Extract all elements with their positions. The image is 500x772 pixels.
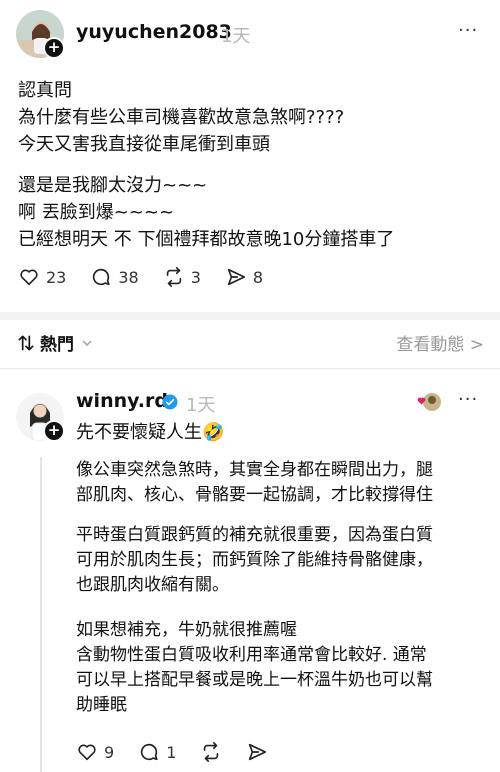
reply-post: + winny.rd 1天 ··· 先不要懷疑人生🤣 像公車突然急煞時，其實全身… — [0, 368, 500, 772]
reply-p1-line-1: 像公車突然急煞時，其實全身都在瞬間出力，腿 — [76, 460, 433, 480]
reply-repost-button[interactable] — [200, 741, 222, 763]
sort-icon — [18, 335, 34, 350]
like-button[interactable]: 23 — [18, 266, 66, 288]
view-activity-link[interactable]: 查看動態 > — [396, 330, 484, 355]
more-options-icon[interactable]: ··· — [458, 20, 478, 41]
comment-button[interactable]: 38 — [90, 266, 139, 288]
heart-icon — [78, 744, 96, 761]
reply-follow-plus-icon[interactable]: + — [43, 420, 65, 442]
chevron-down-icon — [82, 339, 92, 346]
reply-like-count: 9 — [104, 742, 115, 762]
repost-button[interactable]: 3 — [163, 266, 201, 288]
reply-p1-line-2: 部肌肉、核心、骨骼要一起協調，才比較撐得住 — [76, 485, 433, 505]
share-button[interactable]: 8 — [225, 266, 263, 288]
post-line-5: 啊 丟臉到爆~~~~ — [18, 202, 175, 223]
like-count: 23 — [46, 267, 67, 287]
post-line-6: 已經想明天 不 下個禮拜都故意晚10分鐘搭車了 — [18, 229, 395, 250]
reply-share-button[interactable] — [246, 741, 268, 763]
comment-icon — [93, 268, 110, 286]
reply-actions: 9 1 — [76, 741, 292, 763]
reply-first-line: 先不要懷疑人生🤣 — [76, 422, 225, 443]
liked-by-author-avatar[interactable] — [416, 391, 442, 413]
reply-comment-button[interactable]: 1 — [138, 741, 176, 763]
original-post: + yuyuchen2083 1天 ··· 認真問 為什麼有些公車司機喜歡故意急… — [0, 0, 500, 320]
post-time: 1天 — [221, 26, 251, 47]
sort-dropdown[interactable]: 熱門 — [16, 330, 94, 355]
reply-comment-count: 1 — [166, 742, 177, 762]
post-line-2: 為什麼有些公車司機喜歡故意急煞啊???? — [18, 107, 345, 128]
send-icon — [249, 743, 267, 761]
comment-count: 38 — [118, 267, 139, 287]
reply-p3-line-4: 助睡眠 — [76, 695, 127, 715]
reply-p2-line-1: 平時蛋白質跟鈣質的補充就很重要，因為蛋白質 — [76, 525, 433, 545]
reply-time: 1天 — [186, 395, 216, 416]
comment-icon — [141, 743, 158, 761]
thread-line — [40, 457, 42, 772]
reply-like-button[interactable]: 9 — [76, 741, 114, 763]
verified-badge-icon — [162, 394, 178, 410]
share-count: 8 — [252, 267, 264, 287]
repost-icon — [204, 742, 219, 762]
repost-icon — [166, 267, 181, 287]
reply-p3-line-3: 可以早上搭配早餐或是晚上一杯溫牛奶也可以幫 — [76, 670, 433, 690]
send-icon — [227, 268, 245, 286]
heart-icon — [20, 269, 38, 286]
sort-bar: 熱門 查看動態 > — [0, 322, 500, 362]
reply-username[interactable]: winny.rd — [76, 390, 168, 412]
reply-more-options-icon[interactable]: ··· — [458, 389, 478, 410]
sort-label-text: 熱門 — [40, 335, 74, 355]
reply-p3-line-2: 含動物性蛋白質吸收利用率通常會比較好. 通常 — [76, 645, 427, 665]
reply-p2-line-2: 可用於肌肉生長；而鈣質除了能維持骨骼健康， — [76, 550, 433, 570]
post-line-3: 今天又害我直接從車尾衝到車頭 — [18, 134, 270, 155]
reply-p2-line-3: 也跟肌肉收縮有關。 — [76, 575, 229, 595]
reply-p3-line-1: 如果想補充，牛奶就很推薦喔 — [76, 620, 297, 640]
post-username[interactable]: yuyuchen2083 — [76, 21, 232, 43]
section-divider — [0, 312, 500, 320]
post-line-4: 還是是我腳太沒力~~~ — [18, 175, 208, 196]
follow-plus-icon[interactable]: + — [43, 37, 65, 59]
post-line-1: 認真問 — [18, 80, 72, 101]
repost-count: 3 — [190, 267, 201, 287]
post-actions: 23 38 3 8 — [18, 266, 287, 288]
